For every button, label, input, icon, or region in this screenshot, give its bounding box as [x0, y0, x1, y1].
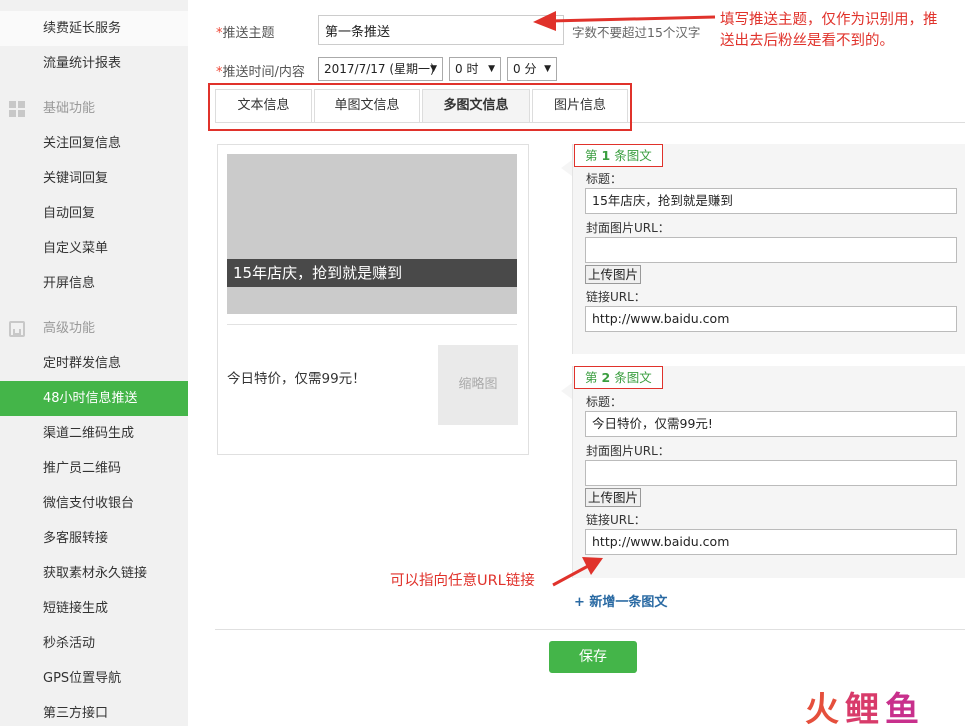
sidebar-item-material-link[interactable]: 获取素材永久链接	[0, 556, 188, 591]
article-2-link-label: 链接URL：	[586, 513, 646, 527]
heading-suffix: 条图文	[614, 370, 652, 385]
topic-input[interactable]	[318, 15, 564, 45]
chevron-down-icon: ▼	[544, 64, 551, 74]
bottom-divider	[215, 629, 965, 630]
article-1-cover-label: 封面图片URL：	[586, 221, 670, 235]
topic-label: *推送主题	[216, 22, 275, 41]
heading-prefix: 第	[585, 370, 598, 385]
article-1-title-input[interactable]: 15年店庆，抢到就是赚到	[585, 188, 957, 214]
article-2-link-input[interactable]: http://www.baidu.com	[585, 529, 957, 555]
heading-num: 2	[601, 370, 611, 385]
sidebar-item-third-party[interactable]: 第三方接口	[0, 696, 188, 726]
sidebar-item-traffic-report[interactable]: 流量统计报表	[0, 46, 188, 81]
sidebar-group-basic: 基础功能	[0, 91, 188, 126]
url-annotation: 可以指向任意URL链接	[390, 573, 535, 589]
chevron-down-icon: ▼	[430, 64, 437, 74]
article-2-title-input[interactable]: 今日特价，仅需99元!	[585, 411, 957, 437]
sidebar-item-splash[interactable]: 开屏信息	[0, 266, 188, 301]
save-button[interactable]: 保存	[549, 641, 637, 673]
sidebar-item-renewal[interactable]: 续费延长服务	[0, 11, 188, 46]
tab-image[interactable]: 图片信息	[532, 89, 628, 123]
topic-hint: 字数不要超过15个汉字	[572, 25, 701, 40]
sidebar-item-scheduled-broadcast[interactable]: 定时群发信息	[0, 346, 188, 381]
time-label: *推送时间/内容	[216, 61, 305, 80]
topic-annotation-line1: 填写推送主题，仅作为识别用，推	[720, 12, 938, 28]
sidebar-item-gps-nav[interactable]: GPS位置导航	[0, 661, 188, 696]
sidebar-item-multi-service[interactable]: 多客服转接	[0, 521, 188, 556]
tab-single-article[interactable]: 单图文信息	[314, 89, 420, 123]
topic-label-text: 推送主题	[222, 26, 275, 41]
heading-prefix: 第	[585, 148, 598, 163]
date-select-value: 2017/7/17 (星期一)	[324, 62, 435, 76]
sidebar-group-label: 高级功能	[43, 321, 96, 336]
date-select[interactable]: 2017/7/17 (星期一) ▼	[318, 57, 443, 81]
hour-select-value: 0 时	[455, 62, 479, 76]
preview-cover-title: 15年店庆，抢到就是赚到	[227, 259, 517, 287]
preview-sub-title: 今日特价，仅需99元！	[227, 371, 366, 387]
article-2-title-label: 标题：	[586, 395, 623, 409]
tab-multi-article[interactable]: 多图文信息	[422, 89, 530, 123]
article-2-cover-label: 封面图片URL：	[586, 444, 670, 458]
chevron-down-icon: ▼	[488, 64, 495, 74]
article-1-upload-button[interactable]: 上传图片	[585, 265, 641, 284]
pointer-arrow-icon	[561, 383, 572, 399]
article-2-upload-button[interactable]: 上传图片	[585, 488, 641, 507]
sidebar-item-promoter-qrcode[interactable]: 推广员二维码	[0, 451, 188, 486]
sidebar-item-keyword-reply[interactable]: 关键词回复	[0, 161, 188, 196]
sidebar-item-short-link[interactable]: 短链接生成	[0, 591, 188, 626]
sidebar-item-auto-reply[interactable]: 自动回复	[0, 196, 188, 231]
cover-image-placeholder	[227, 154, 517, 314]
article-1-cover-input[interactable]	[585, 237, 957, 263]
sidebar-item-flash-sale[interactable]: 秒杀活动	[0, 626, 188, 661]
article-1-link-label: 链接URL：	[586, 290, 646, 304]
hour-select[interactable]: 0 时 ▼	[449, 57, 501, 81]
sidebar-item-48h-push[interactable]: 48小时信息推送	[0, 381, 188, 416]
minute-select[interactable]: 0 分 ▼	[507, 57, 557, 81]
article-2-cover-input[interactable]	[585, 460, 957, 486]
sidebar: 续费延长服务 流量统计报表 基础功能 关注回复信息 关键词回复 自动回复 自定义…	[0, 0, 188, 726]
article-1-title-label: 标题：	[586, 172, 623, 186]
sidebar-item-wechat-pay[interactable]: 微信支付收银台	[0, 486, 188, 521]
topic-annotation-line2: 送出去后粉丝是看不到的。	[720, 33, 894, 49]
pointer-arrow-icon	[561, 160, 572, 176]
preview-divider	[227, 324, 517, 325]
sidebar-group-label: 基础功能	[43, 101, 96, 116]
article-2-heading: 第 2 条图文	[574, 366, 663, 389]
time-label-text: 推送时间/内容	[222, 65, 305, 80]
inbox-icon	[9, 321, 25, 337]
minute-select-value: 0 分	[513, 62, 537, 76]
sidebar-item-custom-menu[interactable]: 自定义菜单	[0, 231, 188, 266]
sidebar-item-channel-qrcode[interactable]: 渠道二维码生成	[0, 416, 188, 451]
tab-text[interactable]: 文本信息	[215, 89, 312, 123]
brand-watermark-logo: 火鲤鱼	[805, 690, 925, 726]
thumbnail-placeholder: 缩略图	[438, 345, 518, 425]
heading-suffix: 条图文	[614, 148, 652, 163]
grid-icon	[9, 101, 25, 117]
sidebar-group-advanced: 高级功能	[0, 311, 188, 346]
topic-annotation: 填写推送主题，仅作为识别用，推 送出去后粉丝是看不到的。	[720, 10, 938, 52]
article-1-heading: 第 1 条图文	[574, 144, 663, 167]
add-article-link[interactable]: + 新增一条图文	[574, 591, 667, 610]
heading-num: 1	[601, 148, 611, 163]
article-1-link-input[interactable]: http://www.baidu.com	[585, 306, 957, 332]
sidebar-item-follow-reply[interactable]: 关注回复信息	[0, 126, 188, 161]
